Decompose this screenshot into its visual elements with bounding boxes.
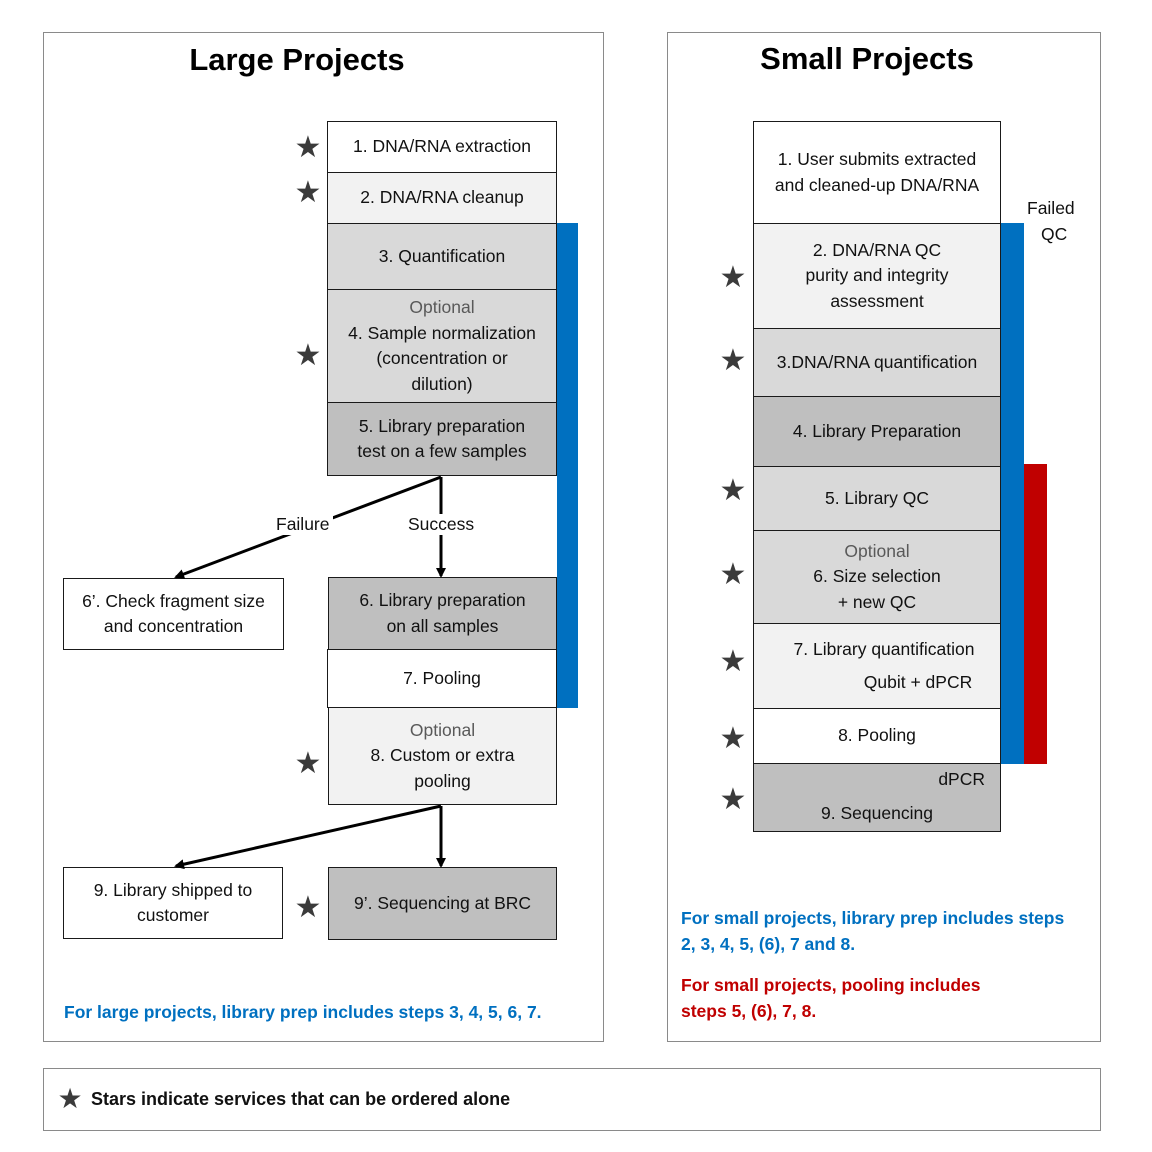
star-icon: ★: [57, 1083, 83, 1114]
large-step-6prime-check-fragment: 6’. Check fragment size and concentratio…: [63, 578, 284, 650]
step-label: and cleaned-up DNA/RNA: [774, 174, 980, 195]
star-icon: ★: [719, 558, 747, 591]
star-icon: ★: [294, 339, 322, 372]
small-note-pooling: For small projects, pooling includes ste…: [681, 972, 981, 1024]
library-prep-bar-small: [1001, 223, 1024, 764]
step-label: on all samples: [386, 615, 499, 636]
library-prep-bar-large: [557, 223, 578, 708]
failed-qc-label-2: QC: [1041, 224, 1068, 244]
large-step-1-extraction: 1. DNA/RNA extraction: [327, 121, 557, 173]
small-projects-title: Small Projects: [760, 41, 974, 76]
small-note-library-prep: For small projects, library prep include…: [681, 905, 1064, 957]
small-step-2-qc: 2. DNA/RNA QC purity and integrity asses…: [753, 223, 1001, 329]
step-label: 2. DNA/RNA cleanup: [360, 187, 524, 208]
step-label: 1. DNA/RNA extraction: [353, 136, 531, 157]
step-label: 4. Sample normalization: [348, 322, 536, 343]
small-step-5-library-qc: 5. Library QC: [753, 466, 1001, 531]
small-step-7-library-quantification: 7. Library quantification Qubit + dPCR: [753, 623, 1001, 709]
star-icon: ★: [719, 474, 747, 507]
success-label: Success: [405, 514, 478, 535]
step-label: 8. Pooling: [838, 725, 916, 746]
failure-label: Failure: [273, 514, 333, 535]
note-line: For small projects, pooling includes: [681, 975, 981, 995]
step-label: and concentration: [103, 616, 244, 636]
step-label: 6. Size selection: [813, 566, 941, 587]
step-label: 6’. Check fragment size: [82, 590, 265, 611]
small-step-4-library-prep: 4. Library Preparation: [753, 396, 1001, 467]
step-label: 1. User submits extracted: [777, 149, 977, 169]
star-icon: ★: [719, 783, 747, 816]
step-label: test on a few samples: [357, 441, 527, 461]
step-label: 4. Library Preparation: [792, 420, 962, 441]
step-label: 2. DNA/RNA QC: [812, 239, 942, 260]
note-line: 2, 3, 4, 5, (6), 7 and 8.: [681, 934, 856, 954]
step-label: 5. Library preparation: [358, 415, 526, 436]
step-label: 5. Library QC: [824, 487, 930, 508]
small-step-9-sequencing: dPCR 9. Sequencing: [753, 763, 1001, 832]
dpcr-label: dPCR: [938, 769, 985, 789]
step-label: customer: [137, 905, 209, 925]
step-label: 7. Pooling: [403, 667, 481, 688]
large-step-3-quantification: 3. Quantification: [327, 223, 557, 290]
star-icon: ★: [294, 176, 322, 209]
optional-label: Optional: [409, 719, 476, 740]
step-label: 6. Library preparation: [359, 590, 526, 610]
star-icon: ★: [719, 722, 747, 755]
large-step-2-cleanup: 2. DNA/RNA cleanup: [327, 172, 557, 224]
note-line: For small projects, library prep include…: [681, 908, 1065, 928]
step-label: assessment: [830, 290, 924, 311]
star-icon: ★: [719, 261, 747, 294]
step-label: purity and integrity: [805, 265, 949, 286]
star-icon: ★: [294, 131, 322, 164]
small-step-3-quantification: 3.DNA/RNA quantification: [753, 328, 1001, 397]
optional-label: Optional: [409, 297, 475, 317]
star-icon: ★: [719, 645, 747, 678]
legend-text: Stars indicate services that can be orde…: [91, 1089, 511, 1109]
step-label: 3.DNA/RNA quantification: [776, 351, 978, 372]
star-icon: ★: [719, 344, 747, 377]
star-icon: ★: [294, 747, 322, 780]
step-label: 9’. Sequencing at BRC: [353, 892, 532, 913]
star-icon: ★: [294, 891, 322, 924]
step-label: pooling: [414, 770, 471, 791]
optional-label: Optional: [844, 540, 910, 561]
large-step-9prime-sequencing: 9’. Sequencing at BRC: [328, 867, 557, 940]
step-label: 7. Library quantification: [793, 638, 975, 659]
large-step-9-library-shipped: 9. Library shipped to customer: [63, 867, 283, 939]
step-label: + new QC: [837, 591, 917, 612]
large-step-8-custom-pooling: Optional 8. Custom or extra pooling: [328, 707, 557, 805]
failed-qc-label-1: Failed: [1027, 198, 1075, 218]
step-label: dilution): [411, 373, 473, 394]
small-step-6-size-selection: Optional 6. Size selection + new QC: [753, 530, 1001, 624]
note-line: steps 5, (6), 7, 8.: [681, 1001, 817, 1021]
step-label: Qubit + dPCR: [863, 672, 973, 692]
step-label: 9. Sequencing: [821, 802, 933, 823]
step-label: 3. Quantification: [378, 245, 506, 266]
step-label: 9. Library shipped to: [93, 879, 253, 900]
large-step-6-library-all: 6. Library preparation on all samples: [328, 577, 557, 650]
large-projects-title: Large Projects: [189, 42, 405, 77]
small-step-8-pooling: 8. Pooling: [753, 708, 1001, 764]
large-step-7-pooling: 7. Pooling: [327, 649, 557, 708]
step-label: (concentration or: [376, 348, 508, 368]
small-step-1-user-submits: 1. User submits extracted and cleaned-up…: [753, 121, 1001, 224]
large-projects-note: For large projects, library prep include…: [64, 1002, 542, 1022]
large-step-4-normalization: Optional 4. Sample normalization (concen…: [327, 289, 557, 403]
step-label: 8. Custom or extra: [370, 745, 515, 766]
large-step-5-library-test: 5. Library preparation test on a few sam…: [327, 402, 557, 476]
pooling-bar-small: [1024, 464, 1047, 764]
